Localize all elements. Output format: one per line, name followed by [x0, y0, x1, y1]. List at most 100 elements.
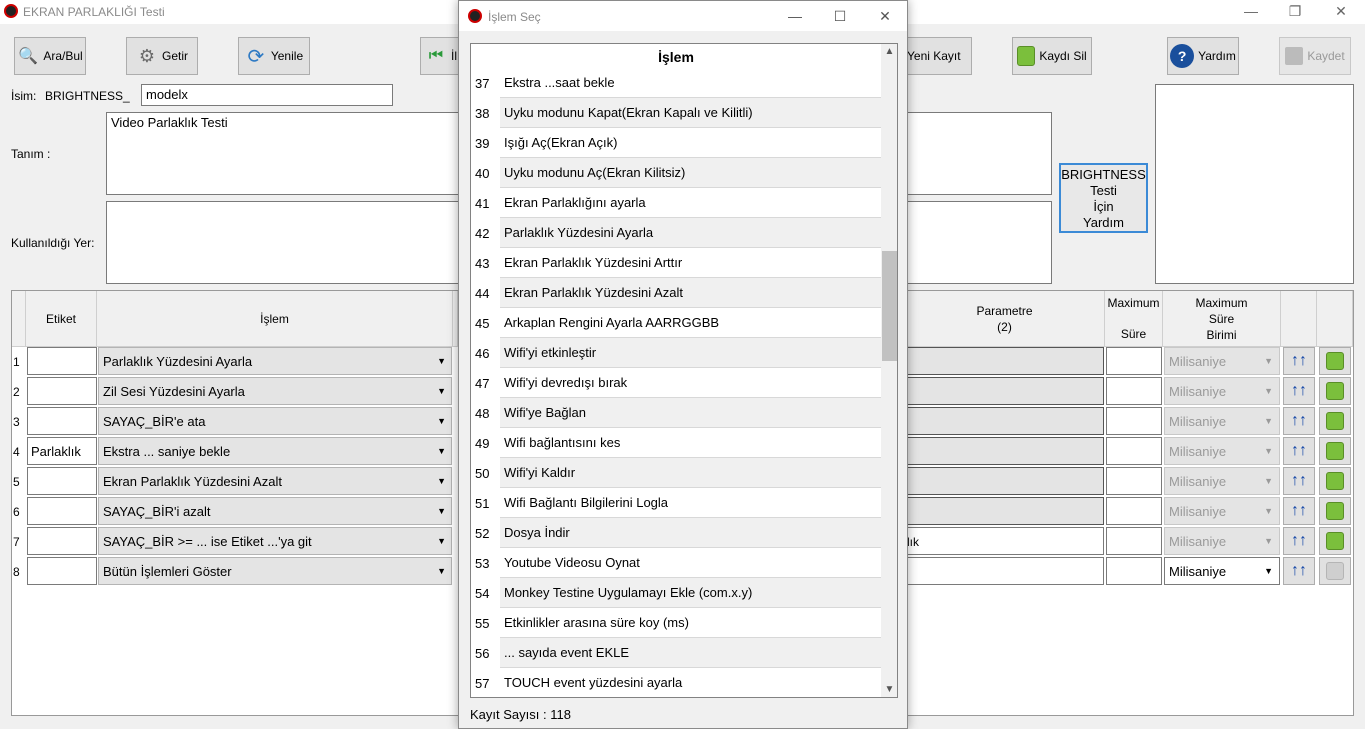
move-up-button[interactable]: ↑↑ — [1283, 437, 1315, 465]
new-record-button[interactable]: Yeni Kayıt — [906, 37, 972, 75]
grid-max-time-input[interactable] — [1106, 377, 1162, 405]
grid-max-unit-select[interactable]: Milisaniye ▼ — [1164, 437, 1280, 465]
name-input[interactable]: modelx — [141, 84, 393, 106]
operation-number: 37 — [475, 76, 490, 91]
operation-list-item[interactable]: 52 Dosya İndir — [471, 518, 881, 548]
delete-row-button[interactable] — [1319, 437, 1351, 465]
delete-row-button[interactable] — [1319, 467, 1351, 495]
grid-etiket-input[interactable] — [27, 497, 97, 525]
grid-max-time-input[interactable] — [1106, 467, 1162, 495]
grid-max-time-input[interactable] — [1106, 407, 1162, 435]
operation-list-item[interactable]: 44 Ekran Parlaklık Yüzdesini Azalt — [471, 278, 881, 308]
grid-islem-select[interactable]: SAYAÇ_BİR'e ata ▼ — [98, 407, 452, 435]
delete-record-button[interactable]: Kaydı Sil — [1012, 37, 1092, 75]
restore-icon[interactable]: ❐ — [1272, 0, 1318, 24]
grid-param2-input[interactable] — [906, 347, 1104, 375]
grid-param2-input[interactable] — [906, 437, 1104, 465]
move-up-button[interactable]: ↑↑ — [1283, 407, 1315, 435]
move-up-button[interactable]: ↑↑ — [1283, 557, 1315, 585]
delete-row-button[interactable] — [1319, 527, 1351, 555]
grid-islem-select[interactable]: SAYAÇ_BİR >= ... ise Etiket ...'ya git ▼ — [98, 527, 452, 555]
first-record-button[interactable]: ⏮ İl — [420, 37, 460, 75]
grid-max-time-input[interactable] — [1106, 437, 1162, 465]
fetch-button[interactable]: ⚙ Getir — [126, 37, 198, 75]
grid-etiket-input[interactable] — [27, 407, 97, 435]
move-up-button[interactable]: ↑↑ — [1283, 467, 1315, 495]
grid-max-time-input[interactable] — [1106, 527, 1162, 555]
grid-max-unit-select[interactable]: Milisaniye ▼ — [1164, 377, 1280, 405]
operation-list-item[interactable]: 37 Ekstra ...saat bekle — [471, 68, 881, 98]
scroll-thumb[interactable] — [882, 251, 897, 361]
grid-max-time-input[interactable] — [1106, 347, 1162, 375]
operation-list-item[interactable]: 51 Wifi Bağlantı Bilgilerini Logla — [471, 488, 881, 518]
operation-list-item[interactable]: 54 Monkey Testine Uygulamayı Ekle (com.x… — [471, 578, 881, 608]
grid-max-unit-select[interactable]: Milisaniye ▼ — [1164, 557, 1280, 585]
grid-param2-input[interactable] — [906, 467, 1104, 495]
grid-max-unit-select[interactable]: Milisaniye ▼ — [1164, 347, 1280, 375]
operation-list-item[interactable]: 42 Parlaklık Yüzdesini Ayarla — [471, 218, 881, 248]
grid-islem-select[interactable]: Ekstra ... saniye bekle ▼ — [98, 437, 452, 465]
search-button[interactable]: 🔍 Ara/Bul — [14, 37, 86, 75]
delete-row-button[interactable] — [1319, 407, 1351, 435]
move-up-button[interactable]: ↑↑ — [1283, 377, 1315, 405]
grid-etiket-input[interactable] — [27, 467, 97, 495]
grid-max-unit-select[interactable]: Milisaniye ▼ — [1164, 467, 1280, 495]
delete-row-button[interactable] — [1319, 347, 1351, 375]
grid-max-unit-select[interactable]: Milisaniye ▼ — [1164, 407, 1280, 435]
operation-list-item[interactable]: 46 Wifi'yi etkinleştir — [471, 338, 881, 368]
grid-param2-input[interactable] — [906, 557, 1104, 585]
trash-icon — [1326, 502, 1344, 520]
delete-row-button[interactable] — [1319, 557, 1351, 585]
move-up-button[interactable]: ↑↑ — [1283, 347, 1315, 375]
operation-list-item[interactable]: 49 Wifi bağlantısını kes — [471, 428, 881, 458]
grid-islem-select[interactable]: SAYAÇ_BİR'i azalt ▼ — [98, 497, 452, 525]
operation-list-item[interactable]: 43 Ekran Parlaklık Yüzdesini Arttır — [471, 248, 881, 278]
operation-list-item[interactable]: 39 Işığı Aç(Ekran Açık) — [471, 128, 881, 158]
grid-etiket-input[interactable]: Parlaklık — [27, 437, 97, 465]
operation-list-item[interactable]: 53 Youtube Videosu Oynat — [471, 548, 881, 578]
operation-list-item[interactable]: 56 ... sayıda event EKLE — [471, 638, 881, 668]
scroll-up-icon[interactable]: ▲ — [881, 46, 897, 57]
minimize-icon[interactable]: — — [1228, 0, 1274, 24]
grid-max-unit-select[interactable]: Milisaniye ▼ — [1164, 527, 1280, 555]
grid-param2-input[interactable] — [906, 407, 1104, 435]
grid-max-time-input[interactable] — [1106, 497, 1162, 525]
move-up-button[interactable]: ↑↑ — [1283, 497, 1315, 525]
operation-list-item[interactable]: 57 TOUCH event yüzdesini ayarla — [471, 668, 881, 697]
delete-row-button[interactable] — [1319, 377, 1351, 405]
delete-row-button[interactable] — [1319, 497, 1351, 525]
operation-list-item[interactable]: 38 Uyku modunu Kapat(Ekran Kapalı ve Kil… — [471, 98, 881, 128]
close-icon[interactable]: ✕ — [1318, 0, 1364, 24]
grid-etiket-input[interactable] — [27, 347, 97, 375]
operation-list[interactable]: İşlem 37 Ekstra ...saat bekle 38 Uyku mo… — [470, 43, 898, 698]
move-up-button[interactable]: ↑↑ — [1283, 527, 1315, 555]
operation-list-scrollbar[interactable]: ▲ ▼ — [881, 44, 897, 697]
grid-max-unit-select[interactable]: Milisaniye ▼ — [1164, 497, 1280, 525]
operation-list-item[interactable]: 45 Arkaplan Rengini Ayarla AARRGGBB — [471, 308, 881, 338]
dialog-minimize-icon[interactable]: — — [772, 3, 818, 29]
grid-param2-input[interactable]: lık — [906, 527, 1104, 555]
operation-list-item[interactable]: 55 Etkinlikler arasına süre koy (ms) — [471, 608, 881, 638]
grid-islem-select[interactable]: Ekran Parlaklık Yüzdesini Azalt ▼ — [98, 467, 452, 495]
operation-list-item[interactable]: 40 Uyku modunu Aç(Ekran Kilitsiz) — [471, 158, 881, 188]
grid-islem-select[interactable]: Zil Sesi Yüzdesini Ayarla ▼ — [98, 377, 452, 405]
dialog-close-icon[interactable]: ✕ — [862, 3, 908, 29]
operation-list-item[interactable]: 50 Wifi'yi Kaldır — [471, 458, 881, 488]
refresh-button[interactable]: ⟳ Yenile — [238, 37, 310, 75]
grid-param2-input[interactable] — [906, 377, 1104, 405]
grid-etiket-input[interactable] — [27, 527, 97, 555]
dialog-maximize-icon[interactable]: ☐ — [817, 3, 863, 29]
brightness-help-button[interactable]: BRIGHTNESS Testi İçin Yardım — [1059, 163, 1148, 233]
help-button[interactable]: ? Yardım — [1167, 37, 1239, 75]
grid-max-time-input[interactable] — [1106, 557, 1162, 585]
grid-islem-select[interactable]: Bütün İşlemleri Göster ▼ — [98, 557, 452, 585]
scroll-down-icon[interactable]: ▼ — [881, 684, 897, 695]
operation-list-item[interactable]: 41 Ekran Parlaklığını ayarla — [471, 188, 881, 218]
grid-islem-select[interactable]: Parlaklık Yüzdesini Ayarla ▼ — [98, 347, 452, 375]
operation-list-item[interactable]: 47 Wifi'yi devredışı bırak — [471, 368, 881, 398]
grid-param2-input[interactable] — [906, 497, 1104, 525]
save-button[interactable]: Kaydet — [1279, 37, 1351, 75]
operation-list-item[interactable]: 48 Wifi'ye Bağlan — [471, 398, 881, 428]
grid-etiket-input[interactable] — [27, 377, 97, 405]
grid-etiket-input[interactable] — [27, 557, 97, 585]
